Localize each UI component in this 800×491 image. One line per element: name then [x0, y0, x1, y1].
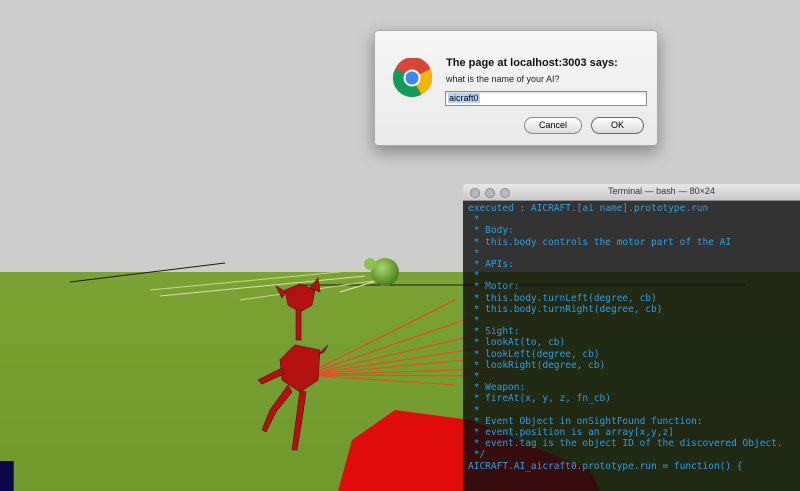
terminal-line: executed : AICRAFT.[ai name].prototype.r…	[468, 203, 709, 214]
terminal-line: *	[468, 247, 480, 259]
terminal-line: * lookAt(to, cb)	[468, 337, 566, 349]
terminal-line: *	[468, 371, 480, 382]
terminal-line: * this.body.turnRight(degree, cb)	[468, 303, 663, 315]
green-sphere-head	[364, 258, 376, 270]
terminal-line: *	[468, 315, 480, 326]
ai-name-input[interactable]: aicraft0	[445, 91, 647, 106]
ok-button[interactable]: OK	[591, 117, 644, 134]
terminal-line: * this.body controls the motor part of t…	[468, 236, 732, 248]
terminal-line: AICRAFT.AI_aicraft0.prototype.run = func…	[468, 460, 743, 472]
terminal-body[interactable]: executed : AICRAFT.[ai name].prototype.r…	[463, 201, 800, 491]
input-value: aicraft0	[448, 93, 480, 103]
prompt-dialog: The page at localhost:3003 says: what is…	[374, 30, 658, 146]
terminal-window: Terminal — bash — 80×24 executed : AICRA…	[463, 184, 800, 491]
corner-widget	[0, 461, 14, 491]
terminal-line: *	[468, 214, 480, 226]
terminal-line: *	[468, 404, 480, 416]
terminal-line: * this.body.turnLeft(degree, cb)	[468, 292, 657, 304]
chrome-logo-icon	[392, 58, 432, 98]
terminal-line: * Weapon:	[468, 382, 526, 394]
terminal-title: Terminal — bash — 80×24	[608, 186, 715, 196]
terminal-line: * Sight:	[468, 326, 520, 338]
dialog-title: The page at localhost:3003 says:	[446, 57, 618, 69]
terminal-titlebar: Terminal — bash — 80×24	[463, 184, 800, 201]
terminal-line: */	[468, 449, 486, 461]
terminal-line: *	[468, 270, 480, 282]
terminal-line: * Event Object in onSightFound function:	[468, 415, 703, 427]
terminal-line: * lookRight(degree, cb)	[468, 359, 606, 371]
terminal-line: * Body:	[468, 225, 514, 237]
terminal-line: * event.tag is the object ID of the disc…	[468, 438, 783, 450]
dialog-message: what is the name of your AI?	[446, 74, 560, 84]
cancel-button[interactable]: Cancel	[524, 117, 582, 134]
terminal-line: * lookLeft(degree, cb)	[468, 348, 600, 360]
terminal-line: * fireAt(x, y, z, fn_cb)	[468, 393, 611, 405]
terminal-line: * Motor:	[468, 281, 520, 293]
terminal-line: * event.position is an array[x,y,z]	[468, 427, 674, 438]
terminal-line: * APIs:	[468, 259, 514, 270]
